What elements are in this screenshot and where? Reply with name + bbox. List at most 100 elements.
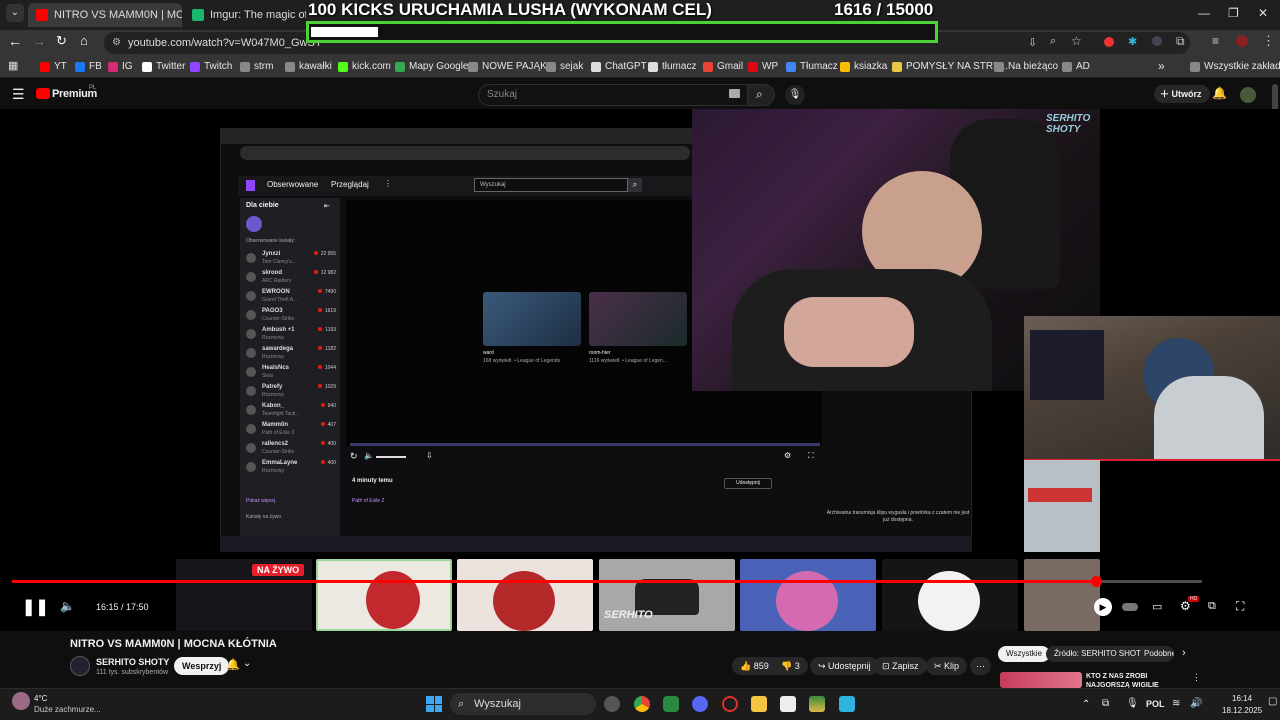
maximize-icon[interactable]: ❐ [1228,6,1239,20]
minimize-icon[interactable]: — [1198,6,1210,20]
browser-menu-icon[interactable]: ⋮ [1262,33,1275,49]
shield-app-icon[interactable] [663,696,679,712]
zoom-icon[interactable]: ⌕ [1050,35,1056,48]
weather-temp[interactable]: 4°C [34,694,47,703]
bookmarks-overflow-button[interactable]: » [1158,59,1165,73]
file-explorer-icon[interactable] [751,696,767,712]
dislike-button[interactable]: 👎 3 [775,657,808,675]
forward-icon[interactable]: → [32,33,46,49]
hamburger-menu-icon[interactable]: ☰ [12,86,25,103]
account-avatar[interactable] [1240,87,1256,103]
bookmark-tlumacz[interactable]: tłumacz [648,61,696,72]
all-bookmarks-button[interactable]: Wszystkie zakładki [1190,61,1280,72]
clock-time[interactable]: 16:14 [1232,694,1252,703]
create-button[interactable]: ＋ Utwórz [1154,85,1210,103]
bookmark-twitter[interactable]: Twitter [142,61,185,72]
related-video-thumbnail[interactable] [1000,672,1082,688]
fullscreen-icon[interactable]: ⛶ [1236,599,1244,614]
notification-bell-icon[interactable]: 🔔 [226,658,240,671]
extension-icon[interactable]: ✱ [1128,35,1137,48]
chrome-icon[interactable] [634,696,650,712]
bookmark-ksiazka[interactable]: ksiazka [840,61,887,72]
microphone-icon[interactable]: 🎙 [1126,698,1139,709]
profile-extension-icon[interactable] [1152,36,1162,46]
chevron-down-icon[interactable]: ⌄ [243,658,251,669]
record-extension-icon[interactable] [1104,37,1114,47]
suggested-live[interactable]: NA ŻYWO [176,559,312,631]
chip-all[interactable]: Wszystkie [998,646,1050,662]
support-button[interactable]: Wesprzyj [174,657,230,675]
reload-icon[interactable]: ↻ [56,33,67,49]
channel-name[interactable]: SERHITO SHOTY [96,657,169,667]
minecraft-icon[interactable] [809,696,825,712]
volume-icon[interactable]: 🔈 [60,599,75,613]
bookmark-pomysly[interactable]: POMYSŁY NA STRE... [892,61,1008,72]
youtube-search-button[interactable]: ⌕ [747,84,775,106]
bookmark-translator[interactable]: Tłumacz [786,61,838,72]
suggested-video[interactable] [316,559,452,631]
youtube-search-input[interactable]: Szukaj [478,84,748,106]
window-close-icon[interactable]: ✕ [1258,6,1268,20]
clip-button[interactable]: ✂ Klip [926,657,968,675]
bookmark-star-icon[interactable]: ☆ [1071,34,1082,48]
apps-grid-icon[interactable]: ▦ [8,59,18,72]
chevron-right-icon[interactable]: › [1182,647,1186,659]
suggested-video[interactable] [457,559,593,631]
related-video-title[interactable]: KTO Z NAS ZROBI NAJGORSZĄ WIGILIE [1086,672,1190,688]
speaker-icon[interactable]: 🔊 [1190,698,1202,709]
more-vert-icon[interactable]: ⋮ [1192,672,1201,683]
notepad-icon[interactable] [839,696,855,712]
weather-desc[interactable]: Duże zachmurze... [34,705,101,714]
widget-app-icon[interactable] [604,696,620,712]
pause-icon[interactable]: ❚❚ [22,597,49,617]
extensions-puzzle-icon[interactable]: ⧉ [1176,34,1185,49]
bookmark-strm[interactable]: strm [240,61,273,72]
save-button[interactable]: ⊡ Zapisz [874,657,927,675]
autoplay-toggle[interactable] [1122,603,1138,611]
bookmark-kick[interactable]: kick.com [338,61,391,72]
keyboard-icon[interactable] [729,89,740,98]
miniplayer-icon[interactable]: ⧉ [1208,600,1216,613]
tray-expand-icon[interactable]: ⌃ [1082,699,1090,710]
suggested-video[interactable] [1024,559,1100,631]
chip-source[interactable]: Źródło: SERHITO SHOTY [1046,646,1155,662]
clock-date[interactable]: 18.12.2025 [1222,706,1262,715]
bookmark-fb[interactable]: FB [75,61,102,72]
suggested-video[interactable]: SERHITO [599,559,735,631]
taskbar-search[interactable]: ⌕ Wyszukaj [450,693,596,715]
share-button[interactable]: ↪ Udostępnij [810,657,879,675]
windows-start-icon[interactable] [426,696,442,712]
wifi-icon[interactable]: ≋ [1172,698,1180,709]
bookmark-ig[interactable]: IG [108,61,133,72]
tab-youtube[interactable]: NITRO VS MAMM0N | MOC 🔊 ✕ [28,3,182,27]
discord-icon[interactable] [692,696,708,712]
bookmark-nowe-pajaki[interactable]: NOWE PAJĄKI [468,61,550,72]
suggested-video[interactable] [740,559,876,631]
tab-search-button[interactable]: ⌄ [6,4,24,22]
subtitles-icon[interactable]: ▭ [1152,600,1162,613]
more-actions-button[interactable]: ⋯ [970,657,991,675]
like-button[interactable]: 👍 859 [732,657,775,675]
bookmark-chatgpt[interactable]: ChatGPT [591,61,647,72]
autoplay-play-icon[interactable]: ▶ [1094,598,1112,616]
media-control-icon[interactable]: ≡ [1212,34,1219,48]
bookmark-na-biezaco[interactable]: Na bieżąco [994,61,1058,72]
bookmark-twitch[interactable]: Twitch [190,61,232,72]
chip-similar[interactable]: Podobne [1140,646,1174,662]
suggested-video[interactable] [882,559,1018,631]
weather-icon[interactable] [12,692,30,710]
tray-app-icon[interactable]: ⧉ [1102,698,1109,709]
voice-search-icon[interactable]: 🎙 [785,85,805,105]
language-indicator[interactable]: POL [1146,699,1165,709]
youtube-logo-icon[interactable] [36,88,50,99]
channel-avatar[interactable] [70,656,90,676]
bookmark-wp[interactable]: WP [748,61,778,72]
bookmark-ad[interactable]: AD [1062,61,1090,72]
capcut-icon[interactable] [780,696,796,712]
tab-imgur[interactable]: Imgur: The magic of the Inte [184,3,306,27]
video-scrubber-handle[interactable] [1091,576,1102,587]
opera-icon[interactable] [722,696,738,712]
back-icon[interactable]: ← [8,33,22,49]
bookmark-sejak[interactable]: sejak [546,61,583,72]
bookmark-maps[interactable]: Mapy Google [395,61,468,72]
